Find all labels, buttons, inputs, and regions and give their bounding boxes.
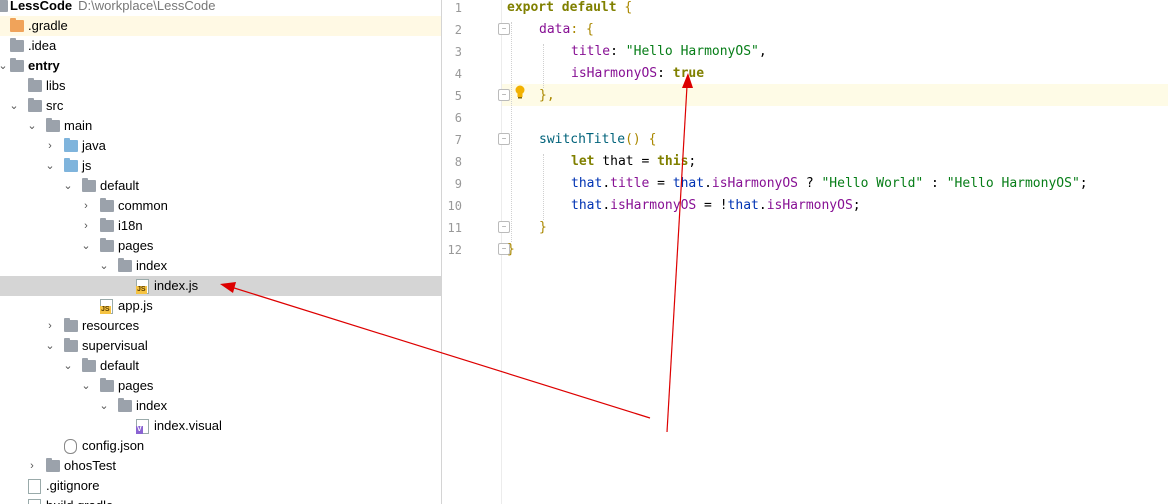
arrow-to-code xyxy=(666,85,688,433)
arrow-head xyxy=(682,73,693,88)
arrow-to-index-js xyxy=(230,286,651,419)
arrow-head xyxy=(220,282,236,293)
annotation-arrows xyxy=(220,73,693,433)
